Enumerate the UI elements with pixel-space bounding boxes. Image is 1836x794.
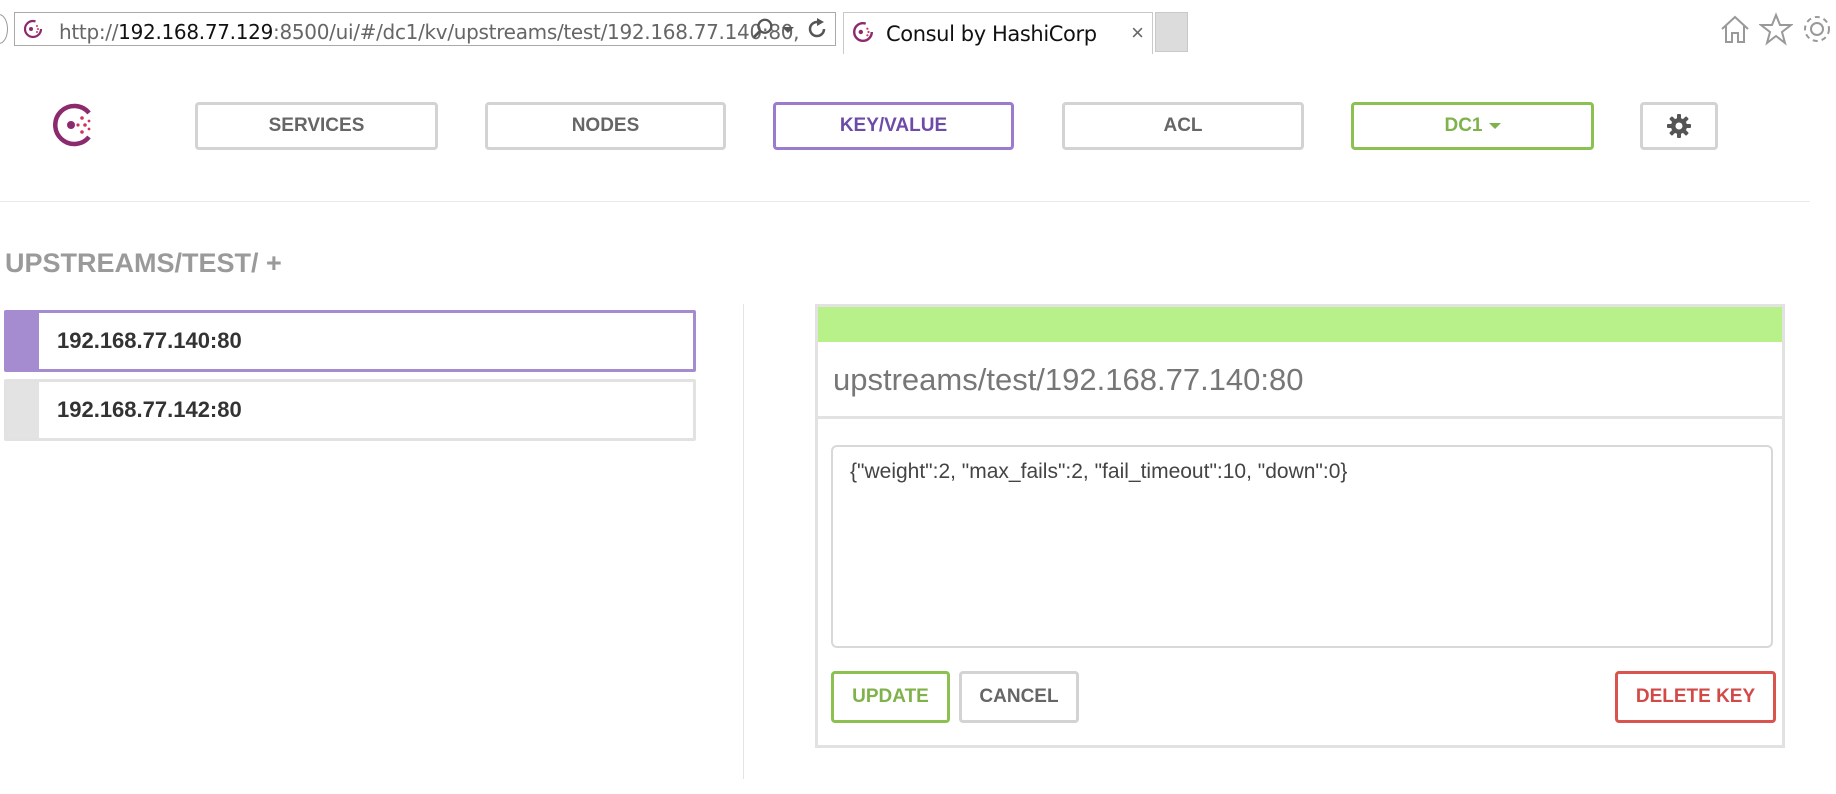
kv-edit-panel: upstreams/test/192.168.77.140:80 {"weigh…: [815, 304, 1785, 748]
kv-breadcrumb[interactable]: UPSTREAMS/TEST/ +: [5, 248, 282, 279]
settings-button[interactable]: [1640, 102, 1718, 150]
gear-icon[interactable]: [1800, 12, 1834, 46]
header-divider: [0, 201, 1810, 202]
selected-key-title: upstreams/test/192.168.77.140:80: [833, 362, 1304, 397]
list-item-indicator: [7, 313, 39, 369]
list-item-label: 192.168.77.142:80: [57, 397, 242, 422]
address-bar[interactable]: http://192.168.77.129:8500/ui/#/dc1/kv/u…: [14, 12, 836, 46]
refresh-icon[interactable]: [805, 17, 829, 41]
star-icon[interactable]: [1759, 12, 1793, 46]
search-icon[interactable]: [750, 17, 776, 41]
list-item-indicator: [7, 382, 39, 438]
close-icon[interactable]: ×: [1131, 21, 1144, 45]
panel-status-bar: [818, 307, 1782, 342]
browser-tab[interactable]: Consul by HashiCorp ×: [843, 12, 1153, 54]
tab-title: Consul by HashiCorp: [886, 22, 1097, 46]
list-item[interactable]: 192.168.77.140:80: [4, 310, 696, 372]
back-button[interactable]: [0, 14, 8, 44]
home-icon[interactable]: [1718, 12, 1752, 46]
new-tab-button[interactable]: [1155, 12, 1188, 52]
panel-divider: [818, 416, 1782, 419]
consul-logo[interactable]: [51, 102, 97, 148]
list-item[interactable]: 192.168.77.142:80: [4, 379, 696, 441]
datacenter-label: DC1: [1444, 115, 1483, 136]
column-divider: [743, 304, 744, 779]
url-text[interactable]: http://192.168.77.129:8500/ui/#/dc1/kv/u…: [59, 20, 800, 44]
nav-keyvalue-button[interactable]: KEY/VALUE: [773, 102, 1014, 150]
nav-acl-button[interactable]: ACL: [1062, 102, 1304, 150]
gear-icon: [1667, 114, 1691, 138]
cancel-button[interactable]: CANCEL: [959, 671, 1079, 723]
consul-favicon-icon: [23, 19, 43, 39]
update-button[interactable]: UPDATE: [831, 671, 950, 723]
nav-services-button[interactable]: SERVICES: [195, 102, 438, 150]
datacenter-dropdown[interactable]: DC1: [1351, 102, 1594, 150]
consul-favicon-icon: [852, 21, 874, 43]
value-textarea[interactable]: {"weight":2, "max_fails":2, "fail_timeou…: [831, 445, 1773, 648]
list-item-label: 192.168.77.140:80: [57, 328, 242, 353]
nav-nodes-button[interactable]: NODES: [485, 102, 726, 150]
dropdown-icon[interactable]: [780, 17, 796, 41]
browser-chrome: http://192.168.77.129:8500/ui/#/dc1/kv/u…: [0, 0, 1836, 58]
delete-key-button[interactable]: DELETE KEY: [1615, 671, 1776, 723]
caret-down-icon: [1488, 123, 1501, 129]
